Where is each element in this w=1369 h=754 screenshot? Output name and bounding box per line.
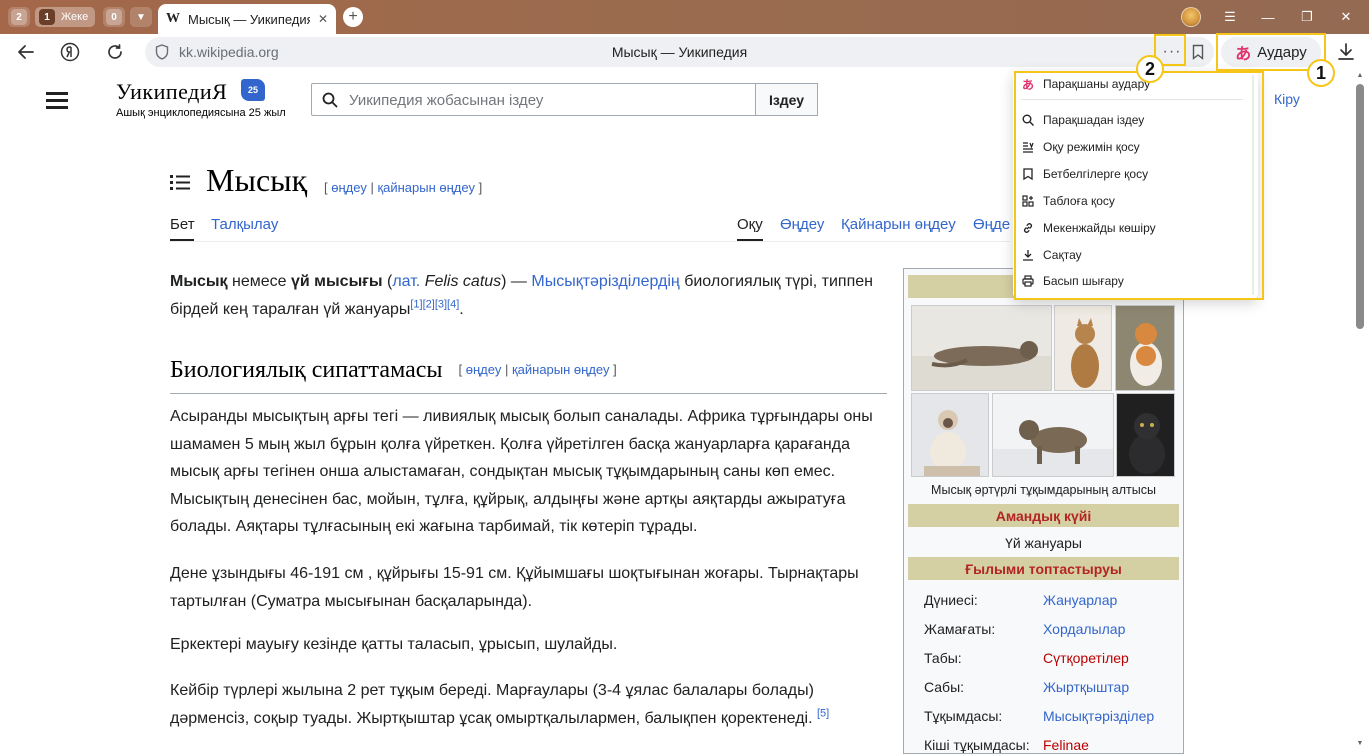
minimize-button[interactable]: — bbox=[1256, 6, 1280, 28]
wikipedia-wordmark[interactable]: УикипедиЯ bbox=[116, 79, 227, 105]
cat-photo[interactable] bbox=[992, 393, 1114, 477]
wiki-search-input[interactable]: Уикипедия жобасынан іздеу bbox=[311, 83, 756, 116]
taxon-link-missing[interactable]: Felinae bbox=[1043, 737, 1089, 753]
tab-count: 2 bbox=[11, 9, 27, 25]
felidae-link[interactable]: Мысықтәрізділердің bbox=[531, 273, 679, 290]
shield-icon[interactable] bbox=[155, 44, 169, 65]
tab-edit-source[interactable]: Қайнарын өңдеу bbox=[841, 216, 956, 233]
taxon-link[interactable]: Жыртқыштар bbox=[1043, 679, 1129, 695]
new-tab-button[interactable]: + bbox=[343, 7, 363, 27]
browser-tab-bar: 2 1 Жеке 0 ▼ W Мысық — Уикипедия ✕ + ☰ —… bbox=[0, 0, 1369, 34]
paragraph-text: Кейбір түрлері жылына 2 рет тұқым береді… bbox=[170, 682, 814, 727]
taxon-link[interactable]: Мысықтәрізділер bbox=[1043, 708, 1154, 724]
edit-link[interactable]: өңдеу bbox=[331, 180, 367, 195]
intro-paragraph: Мысық немесе үй мысығы (лат. Felis catus… bbox=[170, 273, 873, 318]
section-heading-text: Биологиялық сипаттамасы bbox=[170, 357, 443, 383]
infobox-caption: Мысық әртүрлі тұқымдарының алтысы bbox=[931, 483, 1156, 497]
tab-group-counter[interactable]: 2 bbox=[8, 7, 30, 27]
tab-group-counter[interactable]: 0 bbox=[103, 7, 125, 27]
cat-photo[interactable] bbox=[911, 393, 989, 477]
main-menu-icon[interactable] bbox=[46, 92, 68, 113]
step-2-badge: 2 bbox=[1136, 55, 1164, 83]
url-text[interactable]: kk.wikipedia.org bbox=[179, 44, 279, 60]
section-edit-links: [ өңдеу | қайнарын өңдеу ] bbox=[458, 362, 617, 377]
taxon-link[interactable]: Жануарлар bbox=[1043, 592, 1117, 608]
tab-count: 0 bbox=[106, 9, 122, 25]
cat-photo[interactable] bbox=[1116, 393, 1175, 477]
page-tabs: Бет Талқылау Оқу Өңдеу Қайнарын өңдеу Өң… bbox=[170, 210, 1010, 242]
taxon-link-missing[interactable]: Сүтқоретілер bbox=[1043, 650, 1129, 666]
page-title: Мысық bbox=[206, 162, 308, 198]
section-heading: Биологиялық сипаттамасы [ өңдеу | қайнар… bbox=[170, 357, 887, 394]
close-window-button[interactable]: ✕ bbox=[1334, 6, 1358, 28]
search-placeholder: Уикипедия жобасынан іздеу bbox=[349, 92, 544, 109]
download-icon[interactable] bbox=[1335, 40, 1357, 64]
tab-edit-truncated[interactable]: Өңде bbox=[973, 216, 1010, 233]
cat-photo[interactable] bbox=[1115, 305, 1175, 391]
back-arrow-icon[interactable] bbox=[14, 40, 38, 64]
paragraph: Асыранды мысықтың арғы тегі — ливиялық м… bbox=[170, 408, 873, 535]
title-edit-links: [ өңдеу | қайнарын өңдеу ] bbox=[324, 180, 483, 195]
reference-links[interactable]: [1][2][3][4] bbox=[410, 298, 459, 310]
active-tab[interactable]: W Мысық — Уикипедия ✕ bbox=[158, 4, 336, 34]
tab-group-private[interactable]: 1 Жеке bbox=[35, 7, 95, 27]
step-1-badge: 1 bbox=[1307, 59, 1335, 87]
infobox: Мысық әртүрлі тұқымдарының алтысы Аманды… bbox=[903, 268, 1184, 754]
search-button[interactable]: Іздеу bbox=[755, 83, 818, 116]
tab-talk[interactable]: Талқылау bbox=[211, 216, 278, 233]
wikipedia-favicon-icon: W bbox=[166, 11, 180, 26]
taxonomy-header: Ғылыми топтастыруы bbox=[908, 557, 1179, 580]
reload-icon[interactable] bbox=[103, 40, 127, 64]
close-tab-icon[interactable]: ✕ bbox=[318, 12, 328, 26]
edit-link[interactable]: өңдеу bbox=[466, 362, 502, 377]
source-edit-link[interactable]: қайнарын өңдеу bbox=[512, 362, 610, 377]
scroll-down-icon[interactable]: ▼ bbox=[1356, 740, 1364, 747]
tab-title: Мысық — Уикипедия bbox=[188, 11, 310, 27]
menu-highlight-box bbox=[1014, 71, 1264, 300]
address-bar[interactable]: kk.wikipedia.org Мысық — Уикипедия ··· bbox=[145, 37, 1214, 67]
tab-read[interactable]: Оқу bbox=[737, 216, 763, 233]
bold-term: Мысық bbox=[170, 273, 228, 290]
yandex-logo-icon[interactable] bbox=[58, 40, 82, 64]
paragraph: Кейбір түрлері жылына 2 рет тұқым береді… bbox=[170, 677, 888, 732]
search-icon bbox=[322, 92, 338, 113]
paragraph: Еркектері мауығу кезінде қатты таласып, … bbox=[170, 636, 618, 653]
tab-count: 1 bbox=[39, 9, 55, 25]
cat-photo[interactable] bbox=[911, 305, 1052, 391]
latin-name: Felis catus bbox=[424, 273, 502, 290]
login-link[interactable]: Кіру bbox=[1274, 91, 1300, 107]
scrollbar-thumb[interactable] bbox=[1356, 84, 1364, 329]
tab-group-label: Жеке bbox=[61, 11, 89, 23]
browser-menu-icon[interactable]: ☰ bbox=[1218, 6, 1242, 28]
source-edit-link[interactable]: қайнарын өңдеу bbox=[377, 180, 475, 195]
wikipedia-tagline: Ашық энциклопедиясына 25 жыл bbox=[116, 107, 286, 119]
reference-link[interactable]: [5] bbox=[817, 707, 829, 719]
address-page-title: Мысық — Уикипедия bbox=[611, 44, 748, 60]
status-header: Амандық күйі bbox=[908, 504, 1179, 527]
scroll-up-icon[interactable]: ▲ bbox=[1356, 72, 1364, 79]
bookmark-icon[interactable] bbox=[1188, 42, 1208, 62]
anniversary-puzzle-icon[interactable]: 25 bbox=[241, 79, 265, 101]
latin-link[interactable]: лат. bbox=[392, 273, 420, 290]
status-value: Үй жануары bbox=[1005, 535, 1082, 551]
page-scrollbar[interactable]: ▲ ▼ bbox=[1356, 72, 1364, 752]
bold-term: үй мысығы bbox=[290, 273, 383, 290]
paragraph: Дене ұзындығы 46-191 см , құйрығы 15-91 … bbox=[170, 565, 859, 610]
table-of-contents-icon[interactable] bbox=[170, 174, 190, 195]
profile-avatar[interactable] bbox=[1181, 7, 1201, 27]
tab-edit[interactable]: Өңдеу bbox=[780, 216, 824, 233]
tab-article[interactable]: Бет bbox=[170, 216, 195, 233]
cat-photo[interactable] bbox=[1054, 305, 1112, 391]
tab-groups-chevron-icon[interactable]: ▼ bbox=[130, 7, 152, 27]
taxon-link[interactable]: Хордалылар bbox=[1043, 621, 1125, 637]
maximize-button[interactable]: ❐ bbox=[1295, 6, 1319, 28]
